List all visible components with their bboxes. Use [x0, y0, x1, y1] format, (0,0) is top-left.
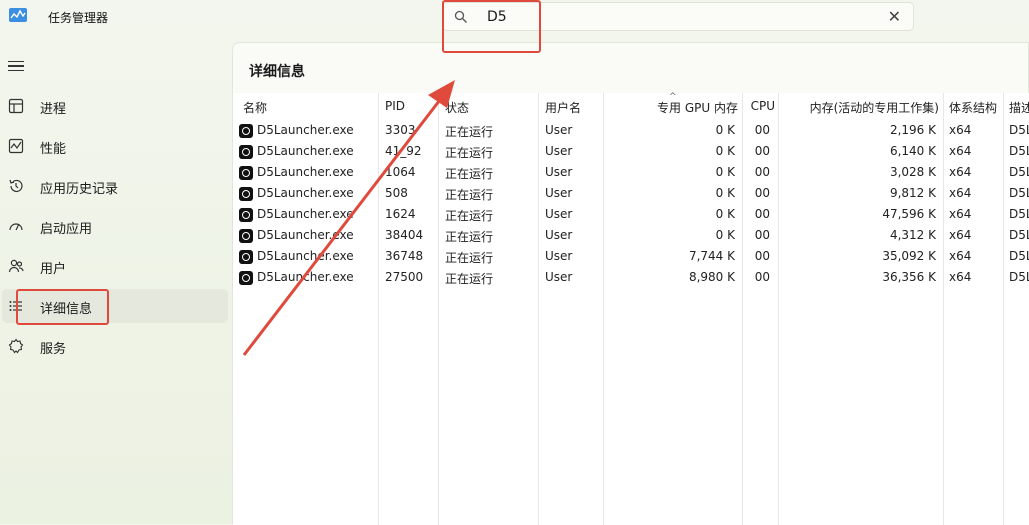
annotation-arrow — [242, 80, 455, 356]
